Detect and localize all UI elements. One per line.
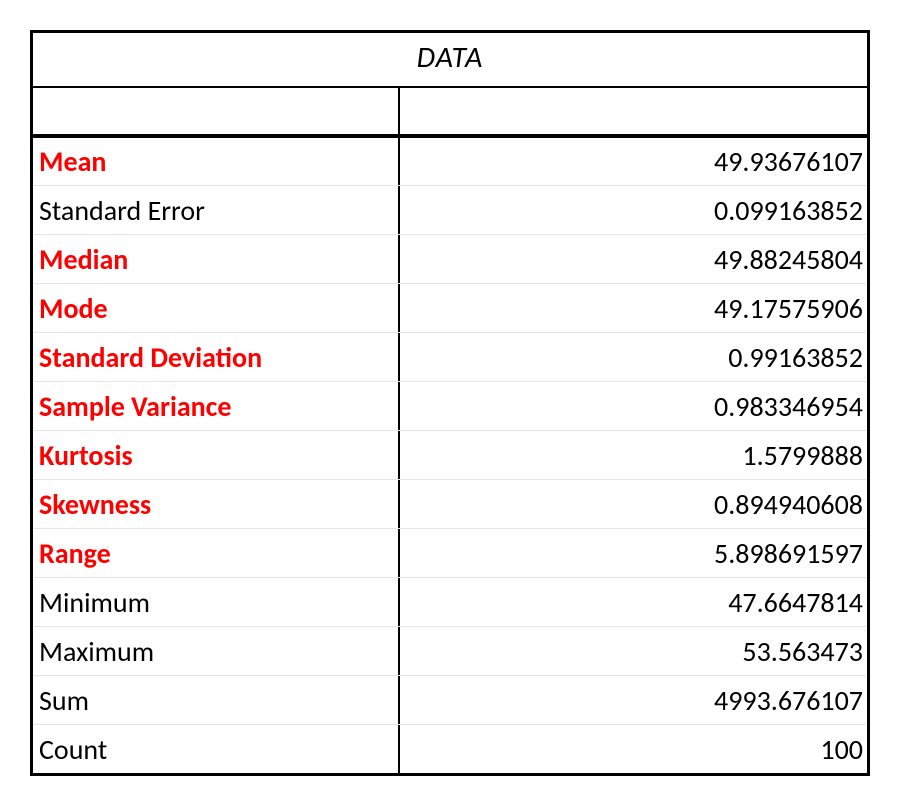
stat-label: Standard Deviation bbox=[33, 333, 400, 381]
stat-value: 47.6647814 bbox=[400, 578, 867, 626]
stat-label: Count bbox=[33, 725, 400, 773]
table-row: Mean49.93676107 bbox=[33, 136, 867, 185]
stat-label: Standard Error bbox=[33, 186, 400, 234]
stat-value: 49.88245804 bbox=[400, 235, 867, 283]
stat-label: Minimum bbox=[33, 578, 400, 626]
stat-label: Range bbox=[33, 529, 400, 577]
stats-table: DATA Mean49.93676107Standard Error0.0991… bbox=[30, 30, 870, 776]
stat-label: Mean bbox=[33, 138, 400, 185]
table-row: Standard Deviation0.99163852 bbox=[33, 332, 867, 381]
stat-value: 1.5799888 bbox=[400, 431, 867, 479]
table-row: Count100 bbox=[33, 724, 867, 773]
table-body: Mean49.93676107Standard Error0.099163852… bbox=[33, 134, 867, 773]
table-row: Sample Variance0.983346954 bbox=[33, 381, 867, 430]
table-row: Mode49.17575906 bbox=[33, 283, 867, 332]
stat-value: 5.898691597 bbox=[400, 529, 867, 577]
stat-label: Sum bbox=[33, 676, 400, 724]
stat-label: Mode bbox=[33, 284, 400, 332]
blank-right-cell bbox=[400, 88, 867, 134]
table-row: Skewness0.894940608 bbox=[33, 479, 867, 528]
stat-label: Median bbox=[33, 235, 400, 283]
blank-left-cell bbox=[33, 88, 400, 134]
stat-value: 0.983346954 bbox=[400, 382, 867, 430]
stat-value: 100 bbox=[400, 725, 867, 773]
stat-label: Sample Variance bbox=[33, 382, 400, 430]
stat-label: Kurtosis bbox=[33, 431, 400, 479]
stat-value: 49.93676107 bbox=[400, 138, 867, 185]
stat-value: 0.099163852 bbox=[400, 186, 867, 234]
table-row: Kurtosis1.5799888 bbox=[33, 430, 867, 479]
table-row: Range5.898691597 bbox=[33, 528, 867, 577]
stat-label: Maximum bbox=[33, 627, 400, 675]
stat-value: 0.894940608 bbox=[400, 480, 867, 528]
blank-row bbox=[33, 88, 867, 134]
stat-label: Skewness bbox=[33, 480, 400, 528]
table-row: Standard Error0.099163852 bbox=[33, 185, 867, 234]
table-row: Maximum53.563473 bbox=[33, 626, 867, 675]
stat-value: 4993.676107 bbox=[400, 676, 867, 724]
table-row: Median49.88245804 bbox=[33, 234, 867, 283]
stat-value: 0.99163852 bbox=[400, 333, 867, 381]
table-title: DATA bbox=[33, 33, 867, 88]
stat-value: 53.563473 bbox=[400, 627, 867, 675]
stat-value: 49.17575906 bbox=[400, 284, 867, 332]
table-row: Minimum47.6647814 bbox=[33, 577, 867, 626]
table-row: Sum4993.676107 bbox=[33, 675, 867, 724]
